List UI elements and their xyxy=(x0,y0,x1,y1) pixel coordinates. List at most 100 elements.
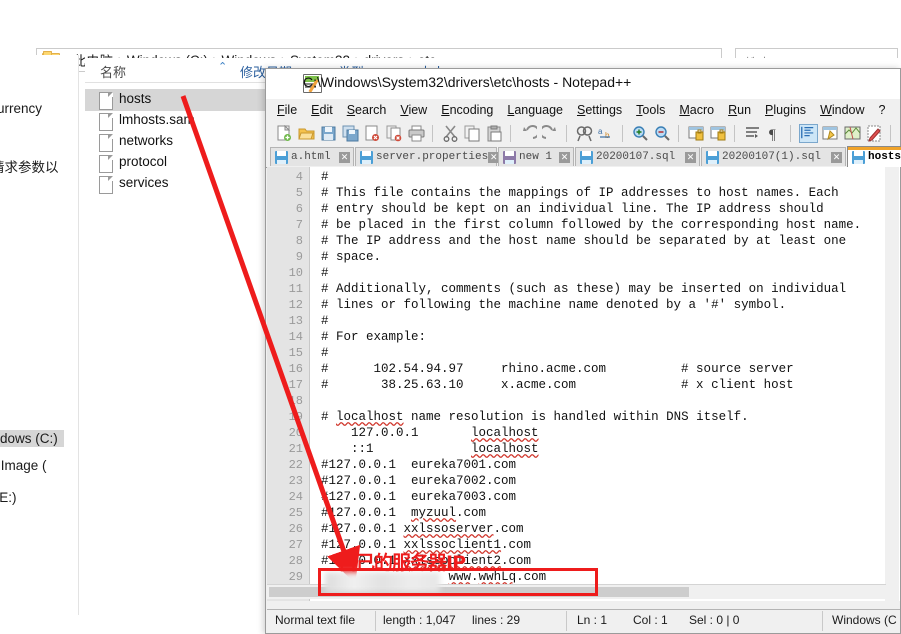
line-number: 27 xyxy=(289,537,303,553)
document-tab[interactable]: hosts✕ xyxy=(847,146,901,167)
code-text-area[interactable]: # # This file contains the mappings of IP… xyxy=(321,167,900,601)
code-line: # The IP address and the host name shoul… xyxy=(321,233,846,249)
status-ln: Ln : 1 xyxy=(577,613,607,627)
close-icon[interactable]: ✕ xyxy=(559,152,570,163)
close-icon[interactable]: ✕ xyxy=(831,152,842,163)
close-all-files-button[interactable] xyxy=(386,125,403,142)
fold-margin[interactable] xyxy=(310,167,321,601)
nav-item[interactable]: -concurrency xyxy=(0,101,42,116)
sync-horizontal-scroll-button[interactable] xyxy=(710,125,727,142)
document-tab[interactable]: 20200107(1).sql✕ xyxy=(701,147,846,166)
close-file-button[interactable] xyxy=(364,125,381,142)
line-number: 8 xyxy=(296,233,303,249)
line-number: 11 xyxy=(289,281,303,297)
zoom-in-button[interactable] xyxy=(632,125,649,142)
menu-item-file[interactable]: File xyxy=(266,103,304,117)
code-editor[interactable]: 4567891011121314151617181920212223242526… xyxy=(267,167,900,601)
show-all-characters-button[interactable]: ¶ xyxy=(766,125,783,142)
menu-item-view[interactable]: View xyxy=(393,103,434,117)
menu-item-macro[interactable]: Macro xyxy=(672,103,721,117)
menu-item-edit[interactable]: Edit xyxy=(304,103,340,117)
horizontal-scroll-thumb[interactable] xyxy=(269,587,689,597)
menu-item-run[interactable]: Run xyxy=(721,103,758,117)
code-line: # xyxy=(321,265,329,281)
nav-item[interactable]: overy Image ( xyxy=(0,458,47,473)
list-item[interactable]: networks xyxy=(85,131,265,153)
list-item[interactable]: lmhosts.sam xyxy=(85,110,265,132)
line-number: 23 xyxy=(289,473,303,489)
svg-text:b: b xyxy=(605,131,610,140)
navigation-pane: 方问-concurrency-mq接口请求参数以rive盲对象dows (C:)… xyxy=(0,55,79,615)
nav-item[interactable]: dows (C:) xyxy=(0,430,64,447)
print-button[interactable] xyxy=(408,125,425,142)
document-icon xyxy=(706,151,719,164)
status-file-type: Normal text file xyxy=(275,613,355,627)
vertical-scrollbar[interactable] xyxy=(885,167,899,601)
file-icon xyxy=(99,155,113,173)
horizontal-scrollbar[interactable] xyxy=(267,584,886,599)
list-item[interactable]: services xyxy=(85,173,265,195)
line-number: 9 xyxy=(296,249,303,265)
save-all-button[interactable] xyxy=(342,125,359,142)
document-tab[interactable]: 20200107.sql✕ xyxy=(575,147,700,166)
replace-button[interactable]: ab xyxy=(598,125,615,142)
undo-button[interactable] xyxy=(520,125,537,142)
menu-bar: FileEditSearchViewEncodingLanguageSettin… xyxy=(266,99,900,121)
menu-item-search[interactable]: Search xyxy=(340,103,394,117)
tab-label: a.html xyxy=(291,151,331,163)
save-button[interactable] xyxy=(320,125,337,142)
line-number: 28 xyxy=(289,553,303,569)
nav-item[interactable]: 磁盘 (E:) xyxy=(0,486,17,506)
close-icon[interactable]: ✕ xyxy=(685,152,696,163)
menu-item-window[interactable]: Window xyxy=(813,103,871,117)
document-tab[interactable]: a.html ✕ xyxy=(270,147,354,166)
document-tab[interactable]: new 1 ✕ xyxy=(498,147,574,166)
code-line: # space. xyxy=(321,249,381,265)
code-line: #127.0.0.1 eureka7003.com xyxy=(321,489,516,505)
function-list-button[interactable] xyxy=(866,125,883,142)
document-tab[interactable]: server.properties✕ xyxy=(355,147,497,166)
word-wrap-button[interactable] xyxy=(744,125,761,142)
redo-button[interactable] xyxy=(542,125,559,142)
menu-item-encoding[interactable]: Encoding xyxy=(434,103,500,117)
code-line: #127.0.0.1 xxlssoserver.com xyxy=(321,521,524,537)
indent-guideline-button[interactable] xyxy=(799,124,818,143)
close-icon[interactable]: ✕ xyxy=(339,152,350,163)
list-item[interactable]: hosts xyxy=(85,89,265,111)
code-line: 127.0.0.1 localhost xyxy=(321,425,539,441)
open-file-button[interactable] xyxy=(298,125,315,142)
code-line: # For example: xyxy=(321,329,426,345)
tab-label: server.properties xyxy=(376,151,488,163)
menu-item-language[interactable]: Language xyxy=(500,103,570,117)
sync-vertical-scroll-button[interactable] xyxy=(688,125,705,142)
code-line: #127.0.0.1 eureka7001.com xyxy=(321,457,516,473)
user-defined-dialog-button[interactable] xyxy=(822,125,839,142)
menu-item-plugins[interactable]: Plugins xyxy=(758,103,813,117)
explorer-address-bar: ↑ › 此电脑 › Windows (C:) › Windows › Syste… xyxy=(0,22,901,53)
code-line: # This file contains the mappings of IP … xyxy=(321,185,839,201)
code-line: # 102.54.94.97 rhino.acme.com # source s… xyxy=(321,361,794,377)
line-number: 15 xyxy=(289,345,303,361)
menu-item-[interactable]: ? xyxy=(872,103,893,117)
document-map-button[interactable] xyxy=(844,125,861,142)
column-header-name[interactable]: 名称 xyxy=(100,62,126,81)
menu-item-tools[interactable]: Tools xyxy=(629,103,672,117)
find-button[interactable] xyxy=(576,125,593,142)
file-icon xyxy=(99,113,113,131)
code-line: # xyxy=(321,345,329,361)
tab-label: new 1 xyxy=(519,151,552,163)
paste-button[interactable] xyxy=(486,125,503,142)
document-icon xyxy=(503,151,516,164)
line-number: 19 xyxy=(289,409,303,425)
document-icon xyxy=(852,151,865,164)
toolbar: ab ¶ xyxy=(266,121,900,146)
cut-button[interactable] xyxy=(442,125,459,142)
line-number: 10 xyxy=(289,265,303,281)
menu-item-settings[interactable]: Settings xyxy=(570,103,629,117)
new-file-button[interactable] xyxy=(276,125,293,142)
zoom-out-button[interactable] xyxy=(654,125,671,142)
copy-button[interactable] xyxy=(464,125,481,142)
document-icon xyxy=(275,151,288,164)
list-item[interactable]: protocol xyxy=(85,152,265,174)
nav-item[interactable]: 接口请求参数以 xyxy=(0,156,59,176)
